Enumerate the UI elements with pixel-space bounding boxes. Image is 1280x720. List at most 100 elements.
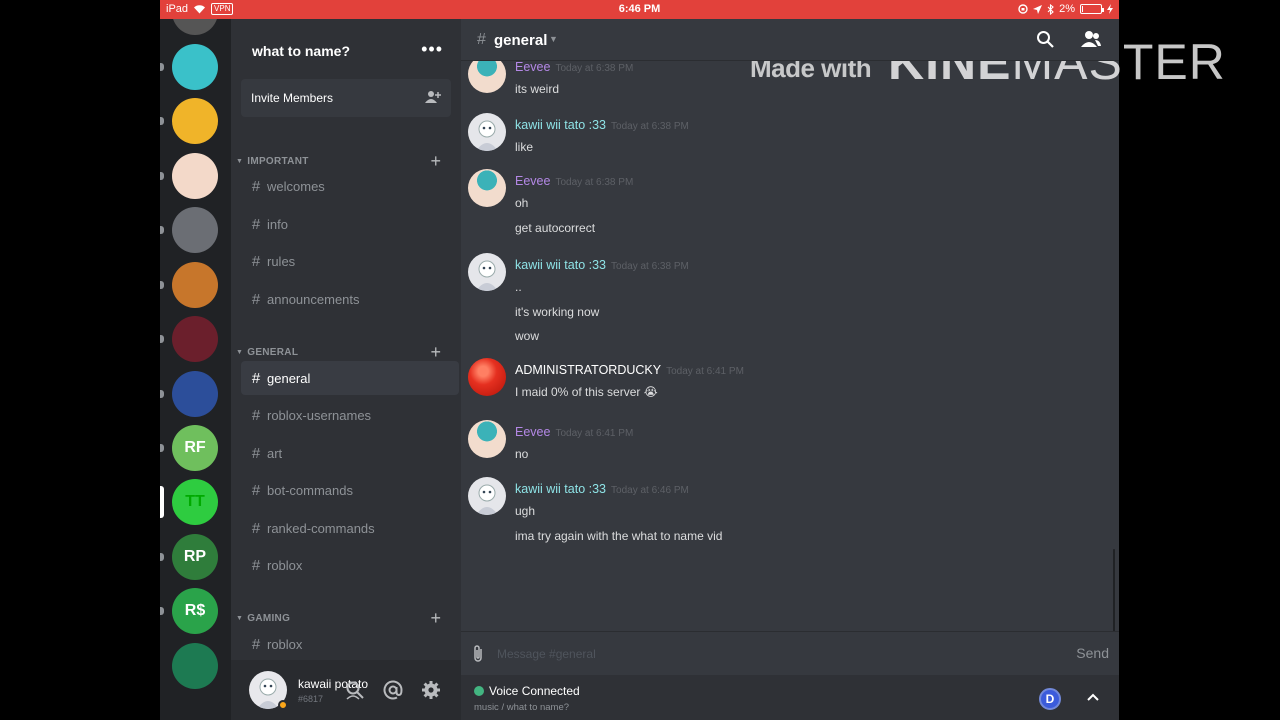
server-icon[interactable]: RF <box>172 425 218 471</box>
add-channel-icon[interactable]: + <box>430 152 441 170</box>
add-channel-icon[interactable]: + <box>430 609 441 627</box>
server-icon[interactable]: TT <box>172 479 218 525</box>
voice-channel: music / what to name? <box>474 702 570 713</box>
category-gaming[interactable]: ▼ GAMING <box>236 613 290 624</box>
message-text: oh <box>515 196 529 210</box>
search-icon[interactable] <box>1036 30 1054 48</box>
chevron-down-icon[interactable]: ▼ <box>549 34 558 44</box>
send-button[interactable]: Send <box>1076 645 1109 661</box>
author-name: kawii wii tato :33 <box>515 258 607 272</box>
message-author[interactable]: kawii wii tato :33 Today at 6:38 PM <box>515 258 689 272</box>
channel-title[interactable]: general <box>494 32 547 49</box>
server-selected-indicator <box>160 486 164 518</box>
server-unread-indicator <box>160 390 164 398</box>
channel-item-roblox[interactable]: # roblox <box>241 627 459 661</box>
server-icon[interactable] <box>172 316 218 362</box>
message-author[interactable]: Eevee Today at 6:38 PM <box>515 61 633 74</box>
scrollbar[interactable] <box>1113 549 1115 631</box>
add-channel-icon[interactable]: + <box>430 343 441 361</box>
channel-item-art[interactable]: # art <box>241 436 459 470</box>
channel-item-info[interactable]: # info <box>241 207 459 241</box>
message-author[interactable]: Eevee Today at 6:38 PM <box>515 174 633 188</box>
server-list: RF TT RP R$ <box>160 19 231 720</box>
server-icon[interactable] <box>172 262 218 308</box>
chevron-up-icon[interactable] <box>1085 689 1101 705</box>
mentions-icon[interactable] <box>383 680 403 700</box>
message-input[interactable] <box>491 640 1051 668</box>
avatar[interactable] <box>468 420 506 458</box>
channel-sidebar: what to name? ••• Invite Members ▼ IMPORT… <box>231 19 461 720</box>
status-bar: iPad VPN 6:46 PM 2% <box>160 0 1119 19</box>
message-author[interactable]: ADMINISTRATORDUCKY Today at 6:41 PM <box>515 363 744 377</box>
category-general[interactable]: ▼ GENERAL <box>236 347 298 358</box>
chevron-down-icon: ▼ <box>236 158 244 165</box>
channel-item-bot-commands[interactable]: # bot-commands <box>241 473 459 507</box>
hash-icon: # <box>251 444 261 462</box>
server-icon[interactable] <box>172 153 218 199</box>
channel-item-roblox[interactable]: # roblox <box>241 548 459 582</box>
server-icon[interactable] <box>172 643 218 689</box>
chat-header: # general ▼ <box>461 19 1119 61</box>
message-text: like <box>515 140 534 154</box>
message-text: its weird <box>515 82 560 96</box>
server-icon[interactable] <box>172 19 218 35</box>
server-icon[interactable]: R$ <box>172 588 218 634</box>
channel-item-welcomes[interactable]: # welcomes <box>241 169 459 203</box>
channel-name: roblox <box>267 557 303 573</box>
message-timestamp: Today at 6:38 PM <box>555 177 634 188</box>
channel-item-ranked-commands[interactable]: # ranked-commands <box>241 511 459 545</box>
author-name: Eevee <box>515 174 551 188</box>
author-name: Eevee <box>515 61 551 74</box>
paperclip-icon[interactable] <box>471 644 485 664</box>
author-name: ADMINISTRATORDUCKY <box>515 363 662 377</box>
channel-name: info <box>267 216 288 232</box>
message-author[interactable]: kawii wii tato :33 Today at 6:38 PM <box>515 118 689 132</box>
author-name: Eevee <box>515 425 551 439</box>
avatar[interactable] <box>468 477 506 515</box>
server-unread-indicator <box>160 444 164 452</box>
hash-icon: # <box>251 252 261 270</box>
channel-item-general[interactable]: # general <box>241 361 459 395</box>
category-important[interactable]: ▼ IMPORTANT <box>236 156 309 167</box>
server-icon[interactable]: RP <box>172 534 218 580</box>
hash-icon: # <box>251 481 261 499</box>
avatar[interactable] <box>468 253 506 291</box>
user-panel: kawaii potato #6817 <box>231 660 461 720</box>
hash-icon: # <box>251 177 261 195</box>
gear-icon[interactable] <box>421 680 441 700</box>
hash-icon: # <box>251 519 261 537</box>
server-menu-icon[interactable]: ••• <box>421 39 443 60</box>
avatar[interactable] <box>468 61 506 93</box>
channel-name: announcements <box>267 291 360 307</box>
message-author[interactable]: Eevee Today at 6:41 PM <box>515 425 633 439</box>
server-icon[interactable] <box>172 44 218 90</box>
search-user-icon[interactable] <box>345 680 365 700</box>
server-header[interactable]: what to name? ••• <box>231 19 461 79</box>
server-icon[interactable] <box>172 207 218 253</box>
avatar[interactable] <box>468 169 506 207</box>
channel-item-announcements[interactable]: # announcements <box>241 282 459 316</box>
message-timestamp: Today at 6:41 PM <box>555 428 634 439</box>
server-icon[interactable] <box>172 371 218 417</box>
category-label: GAMING <box>247 613 291 624</box>
avatar[interactable] <box>468 358 506 396</box>
message-text: I maid 0% of this server 😭 <box>515 385 658 399</box>
channel-item-rules[interactable]: # rules <box>241 244 459 278</box>
server-icon[interactable] <box>172 98 218 144</box>
invite-members-button[interactable]: Invite Members <box>241 79 451 117</box>
members-icon[interactable] <box>1081 30 1101 48</box>
voice-connected-bar[interactable]: Voice Connected music / what to name? D <box>461 675 1119 720</box>
hash-icon: # <box>251 290 261 308</box>
server-unread-indicator <box>160 607 164 615</box>
server-unread-indicator <box>160 281 164 289</box>
location-icon <box>1033 4 1043 14</box>
message-text: ugh <box>515 504 536 518</box>
message-timestamp: Today at 6:38 PM <box>611 261 689 272</box>
voice-user-avatar[interactable]: D <box>1039 688 1061 710</box>
message-author[interactable]: kawii wii tato :33 Today at 6:46 PM <box>515 482 689 496</box>
channel-item-roblox-usernames[interactable]: # roblox-usernames <box>241 398 459 432</box>
message-text: ima try again with the what to name vid <box>515 528 723 543</box>
message-list: Eevee Today at 6:38 PM its weird kawii wii … <box>461 61 1119 631</box>
avatar[interactable] <box>468 113 506 151</box>
charging-icon <box>1107 4 1113 14</box>
